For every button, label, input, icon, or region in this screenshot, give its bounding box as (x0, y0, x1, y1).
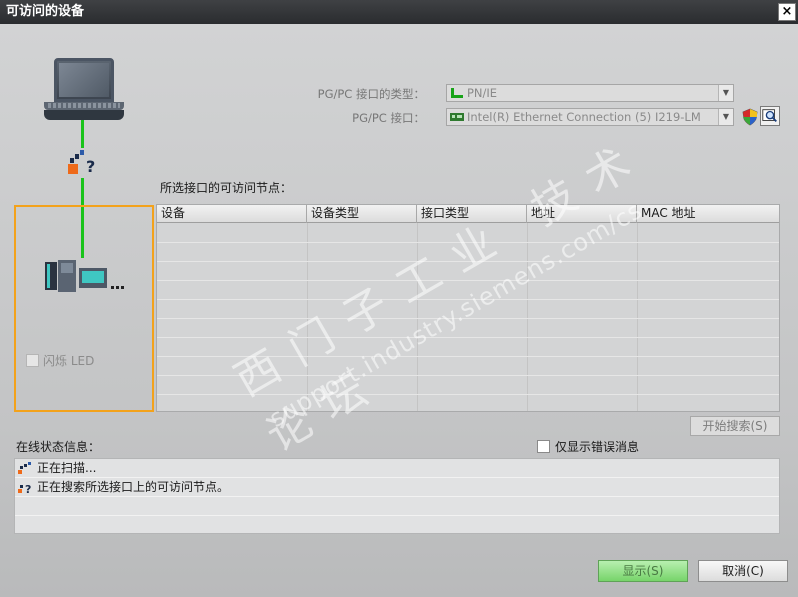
status-message-empty (15, 497, 779, 516)
magnifier-icon (762, 109, 777, 123)
table-row[interactable] (157, 375, 779, 376)
table-header: 设备 设备类型 接口类型 地址 MAC 地址 (157, 205, 779, 223)
pgpc-iface-label: PG/PC 接口： (352, 111, 425, 125)
flash-led-checkbox-box[interactable] (26, 353, 39, 367)
status-message-empty (15, 516, 779, 535)
table-row[interactable] (157, 318, 779, 319)
network-search-icon: ? (18, 483, 31, 494)
table-row[interactable] (157, 280, 779, 281)
start-search-button[interactable]: 开始搜索(S) (690, 416, 780, 436)
table-row[interactable] (157, 242, 779, 243)
network-card-icon (450, 113, 464, 121)
column-divider (417, 223, 418, 411)
window-titlebar: 可访问的设备 × (0, 0, 798, 24)
column-header-device-type[interactable]: 设备类型 (307, 205, 417, 223)
accessible-nodes-table[interactable]: 设备 设备类型 接口类型 地址 MAC 地址 (156, 204, 780, 412)
pgpc-type-label: PG/PC 接口的类型： (317, 87, 425, 101)
target-device-panel (14, 205, 154, 412)
svg-text:?: ? (25, 483, 31, 494)
table-row[interactable] (157, 261, 779, 262)
network-search-icon: ? (68, 150, 95, 176)
status-message-text: 正在扫描... (37, 461, 97, 475)
table-row[interactable] (157, 337, 779, 338)
network-link-line (81, 120, 84, 148)
online-status-label: 在线状态信息： (16, 440, 101, 454)
errors-only-label: 仅显示错误消息 (555, 440, 640, 454)
table-row[interactable] (157, 299, 779, 300)
column-header-interface-type[interactable]: 接口类型 (417, 205, 527, 223)
shield-icon[interactable] (741, 108, 759, 126)
computer-stand (44, 110, 124, 120)
status-message-text: 正在搜索所选接口上的可访问节点。 (37, 480, 230, 494)
pgpc-type-select[interactable]: PN/IE ▼ (446, 84, 734, 102)
pgpc-iface-value: Intel(R) Ethernet Connection (5) I219-LM (467, 110, 701, 124)
column-divider (527, 223, 528, 411)
chevron-down-icon[interactable]: ▼ (718, 85, 733, 101)
pnie-icon (451, 88, 463, 98)
column-divider (637, 223, 638, 411)
pgpc-iface-select[interactable]: Intel(R) Ethernet Connection (5) I219-LM… (446, 108, 734, 126)
chevron-down-icon[interactable]: ▼ (718, 109, 733, 125)
window-title: 可访问的设备 (6, 4, 85, 19)
column-header-address[interactable]: 地址 (527, 205, 637, 223)
svg-text:?: ? (86, 157, 95, 176)
flash-led-label: 闪烁 LED (43, 353, 95, 368)
display-button[interactable]: 显示(S) (598, 560, 688, 582)
column-header-device[interactable]: 设备 (157, 205, 307, 223)
table-row[interactable] (157, 394, 779, 395)
scanning-icon (18, 462, 31, 474)
status-message: ? 正在搜索所选接口上的可访问节点。 (15, 478, 779, 497)
computer-screen (59, 63, 109, 97)
computer-keyboard (48, 103, 120, 108)
cancel-button[interactable]: 取消(C) (698, 560, 788, 582)
plc-device-icon (45, 260, 124, 292)
close-icon[interactable]: × (778, 3, 796, 21)
pgpc-type-value: PN/IE (467, 86, 498, 100)
errors-only-checkbox[interactable]: 仅显示错误消息 (537, 438, 639, 455)
column-divider (307, 223, 308, 411)
errors-only-checkbox-box[interactable] (537, 440, 550, 453)
interface-properties-button[interactable] (760, 106, 780, 126)
table-row[interactable] (157, 356, 779, 357)
column-header-mac-address[interactable]: MAC 地址 (637, 205, 779, 223)
status-message-list: 正在扫描... ? 正在搜索所选接口上的可访问节点。 (14, 458, 780, 534)
status-message: 正在扫描... (15, 459, 779, 478)
accessible-nodes-label: 所选接口的可访问节点： (160, 181, 293, 195)
flash-led-checkbox[interactable]: 闪烁 LED (26, 352, 94, 368)
